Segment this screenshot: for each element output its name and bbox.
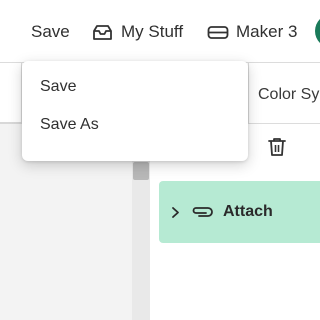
paperclip-icon bbox=[190, 205, 214, 219]
panel-divider bbox=[248, 62, 249, 124]
my-stuff-button[interactable]: My Stuff bbox=[92, 20, 183, 44]
trash-icon bbox=[266, 136, 288, 163]
layer-row-attach[interactable]: Attach bbox=[159, 181, 320, 243]
color-sync-tab[interactable]: Color Sy bbox=[258, 86, 319, 104]
my-stuff-label: My Stuff bbox=[121, 22, 184, 41]
save-button-label: Save bbox=[31, 22, 70, 41]
design-space-window: Save My Stuff Maker 3 Color Sy Attach Sa… bbox=[0, 0, 320, 320]
chevron-right-icon[interactable] bbox=[171, 206, 180, 219]
layer-label: Attach bbox=[223, 203, 273, 220]
scrollbar-thumb[interactable] bbox=[133, 162, 149, 180]
menu-item-save[interactable]: Save bbox=[40, 78, 76, 96]
delete-layer-button[interactable] bbox=[264, 136, 290, 162]
save-dropdown-menu: Save Save As bbox=[22, 61, 248, 161]
top-toolbar: Save My Stuff Maker 3 bbox=[0, 0, 320, 62]
cutting-machine-icon bbox=[207, 25, 229, 40]
machine-label: Maker 3 bbox=[236, 22, 298, 41]
save-button[interactable]: Save bbox=[31, 20, 70, 44]
menu-item-save-as[interactable]: Save As bbox=[40, 116, 99, 134]
inbox-tray-icon bbox=[92, 24, 113, 41]
connect-machine-button[interactable] bbox=[315, 14, 320, 48]
left-tool-strip bbox=[0, 62, 22, 124]
machine-selector-button[interactable]: Maker 3 bbox=[207, 20, 297, 44]
